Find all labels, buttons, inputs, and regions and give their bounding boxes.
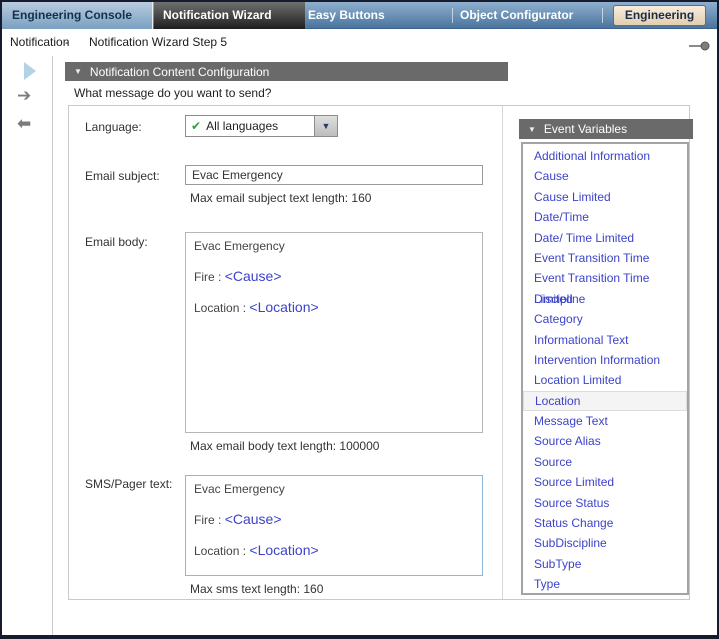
cause-variable-token[interactable]: <Cause> <box>225 268 282 284</box>
form-divider <box>502 106 503 599</box>
back-arrow-icon[interactable]: ⬅ <box>17 114 31 134</box>
engineering-mode-button[interactable]: Engineering <box>613 5 706 26</box>
event-variable-link[interactable]: Event Transition Time <box>523 248 687 268</box>
event-variable-link[interactable]: Additional Information <box>523 146 687 166</box>
event-variable-link[interactable]: Location <box>523 391 687 411</box>
content-configuration-title: Notification Content Configuration <box>90 65 269 79</box>
event-variable-link[interactable]: Cause <box>523 166 687 186</box>
event-variable-link[interactable]: Date/Time <box>523 207 687 227</box>
location-prefix: Location : <box>194 301 246 315</box>
event-variable-link[interactable]: Type <box>523 574 687 594</box>
event-variable-link[interactable]: Intervention Information <box>523 350 687 370</box>
fire-prefix: Fire : <box>194 513 221 527</box>
event-variables-list: Additional InformationCauseCause Limited… <box>521 142 689 595</box>
tab-notification-wizard[interactable]: Notification Wizard <box>154 2 305 29</box>
forward-arrow-icon[interactable]: ➔ <box>17 86 31 106</box>
email-body-line3: Location : <Location> <box>194 299 474 315</box>
email-body-textarea[interactable]: Evac Emergency Fire : <Cause> Location :… <box>185 232 483 433</box>
tab-engineering-console[interactable]: Engineering Console <box>2 2 153 29</box>
tab-separator <box>452 8 453 23</box>
event-variable-link[interactable]: Source Status <box>523 493 687 513</box>
language-label: Language: <box>85 120 142 134</box>
email-body-line1: Evac Emergency <box>194 239 474 253</box>
cause-variable-token[interactable]: <Cause> <box>225 511 282 527</box>
language-dropdown[interactable]: ✔ All languages ▼ <box>185 115 338 137</box>
event-variable-link[interactable]: Cause Limited <box>523 187 687 207</box>
fire-prefix: Fire : <box>194 270 221 284</box>
email-body-label: Email body: <box>85 235 148 249</box>
wizard-nav-sidebar: ➔ ⬅ <box>2 56 53 635</box>
event-variable-link[interactable]: Message Text <box>523 411 687 431</box>
application-window: Engineering Console Notification Wizard … <box>0 0 719 639</box>
email-subject-label: Email subject: <box>85 169 160 183</box>
language-selected-value: ✔ All languages <box>186 116 314 136</box>
tab-easy-buttons[interactable]: Easy Buttons <box>308 2 385 29</box>
play-icon[interactable] <box>24 62 36 80</box>
tab-object-configurator[interactable]: Object Configurator <box>460 2 573 29</box>
collapse-triangle-icon[interactable]: ▼ <box>528 125 536 134</box>
location-variable-token[interactable]: <Location> <box>249 542 318 558</box>
breadcrumb-page: Notification Wizard Step 5 <box>89 29 227 56</box>
event-variable-link[interactable]: Source Alias <box>523 431 687 451</box>
event-variable-link[interactable]: Location Limited <box>523 370 687 390</box>
tab-separator <box>602 8 603 23</box>
sms-line1: Evac Emergency <box>194 482 474 496</box>
sms-line2: Fire : <Cause> <box>194 511 474 527</box>
event-variable-link[interactable]: SubDiscipline <box>523 533 687 553</box>
breadcrumb-separator: - <box>65 29 69 56</box>
chevron-down-icon: ▼ <box>322 121 331 131</box>
breadcrumb: Notification - Notification Wizard Step … <box>2 29 717 56</box>
email-body-max-hint: Max email body text length: 100000 <box>190 439 379 453</box>
pin-icon[interactable] <box>689 38 710 56</box>
check-icon: ✔ <box>191 119 201 133</box>
event-variable-link[interactable]: Category <box>523 309 687 329</box>
event-variable-link[interactable]: Source <box>523 452 687 472</box>
location-prefix: Location : <box>194 544 246 558</box>
event-variable-link[interactable]: Status Change <box>523 513 687 533</box>
email-body-line2: Fire : <Cause> <box>194 268 474 284</box>
event-variables-header[interactable]: ▼ Event Variables <box>519 119 693 139</box>
sms-pager-label: SMS/Pager text: <box>85 477 172 491</box>
event-variable-link[interactable]: Informational Text <box>523 330 687 350</box>
wizard-question: What message do you want to send? <box>74 86 271 100</box>
location-variable-token[interactable]: <Location> <box>249 299 318 315</box>
collapse-triangle-icon[interactable]: ▼ <box>74 67 82 76</box>
content-configuration-header[interactable]: ▼ Notification Content Configuration <box>65 62 508 81</box>
dropdown-arrow-button[interactable]: ▼ <box>314 116 337 136</box>
email-subject-max-hint: Max email subject text length: 160 <box>190 191 371 205</box>
sms-line3: Location : <Location> <box>194 542 474 558</box>
event-variables-title: Event Variables <box>544 122 627 136</box>
event-variable-link[interactable]: SubType <box>523 554 687 574</box>
breadcrumb-section[interactable]: Notification <box>10 29 69 56</box>
message-form: Language: ✔ All languages ▼ Email subjec… <box>68 105 690 600</box>
sms-pager-textarea[interactable]: Evac Emergency Fire : <Cause> Location :… <box>185 475 483 576</box>
event-variable-link[interactable]: Source Limited <box>523 472 687 492</box>
language-value-text: All languages <box>206 119 278 133</box>
event-variable-link[interactable]: Discipline <box>523 289 687 309</box>
sms-max-hint: Max sms text length: 160 <box>190 582 323 596</box>
tab-bar: Engineering Console Notification Wizard … <box>2 2 717 29</box>
event-variable-link[interactable]: Event Transition Time Limited <box>523 268 687 288</box>
event-variable-link[interactable]: Date/ Time Limited <box>523 228 687 248</box>
email-subject-input[interactable] <box>185 165 483 185</box>
